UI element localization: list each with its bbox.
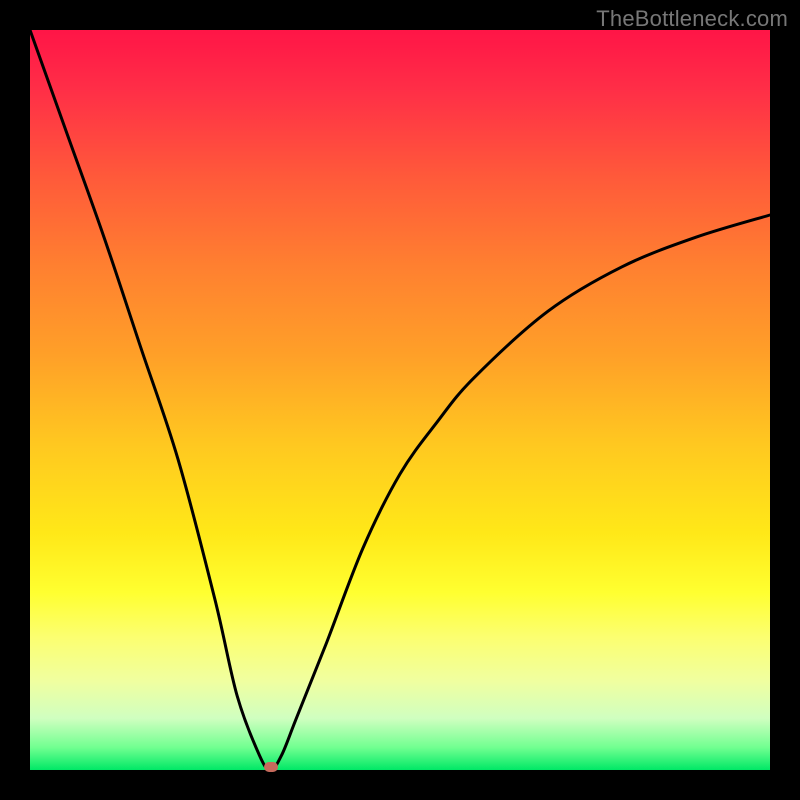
watermark-text: TheBottleneck.com: [596, 6, 788, 32]
chart-frame: TheBottleneck.com: [0, 0, 800, 800]
bottleneck-curve-path: [30, 30, 770, 770]
plot-area: [30, 30, 770, 770]
curve-svg: [30, 30, 770, 770]
minimum-marker: [264, 762, 278, 772]
